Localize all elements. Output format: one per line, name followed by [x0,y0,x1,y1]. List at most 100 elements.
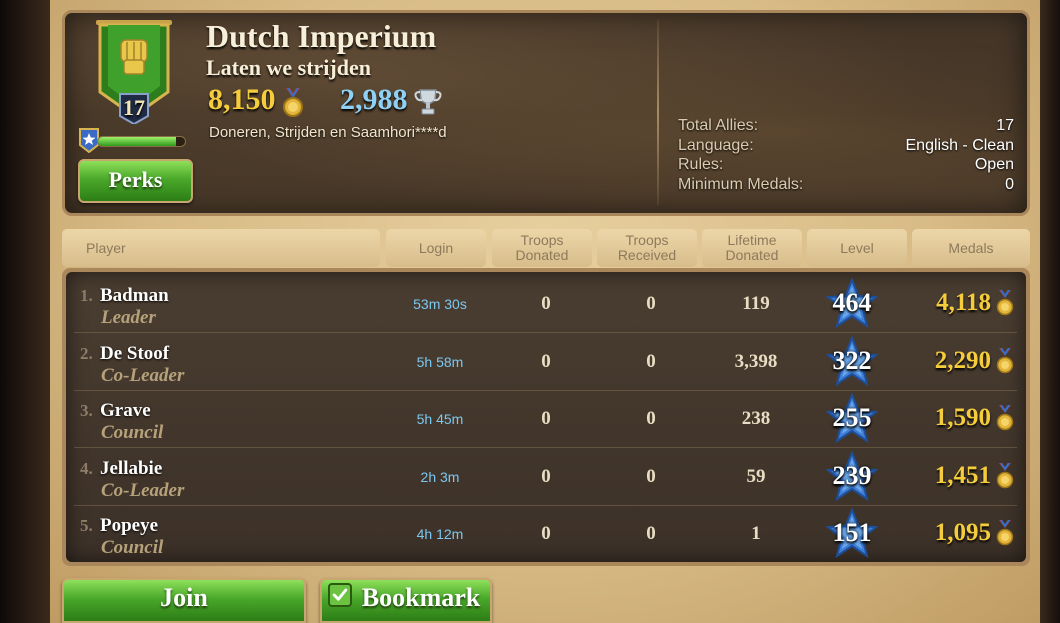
member-row[interactable]: 2. De Stoof Co-Leader 5h 58m 0 0 3,398 3… [74,334,1017,391]
column-header-level[interactable]: Level [807,229,907,267]
column-header-label: Troops [625,232,669,248]
member-rank: 1. [80,286,93,305]
info-label: Minimum Medals: [678,175,804,193]
member-troops-donated: 0 [541,293,551,314]
info-label: Total Allies: [678,117,759,134]
medal-icon [996,520,1014,546]
column-header-medals[interactable]: Medals [912,229,1030,267]
member-last-login: 2h 3m [420,468,460,485]
bookmark-label: Bookmark [361,583,481,612]
member-medals: 1,451 [934,461,991,489]
xp-progress-fill [98,137,177,146]
medal-icon [996,462,1014,488]
member-rank: 2. [80,343,93,363]
clan-motto: Laten we strijden [206,55,371,80]
header-divider [657,20,659,205]
column-header-label: Received [617,247,677,263]
member-table: 1. Badman Leader 53m 30s 0 0 119 464 4,1… [62,268,1030,566]
member-row[interactable]: 3. Grave Council 5h 45m 0 0 238 255 1,59… [74,391,1017,448]
member-troops-donated: 0 [541,465,551,487]
member-role: Council [101,537,164,558]
member-name[interactable]: Popeye [100,515,158,537]
member-role: Co-Leader [101,364,185,386]
column-header-player[interactable]: Player [62,229,380,267]
member-troops-donated: 0 [541,523,551,544]
member-last-login: 5h 45m [416,411,464,427]
member-level: 239 [832,460,872,490]
member-row[interactable]: 1. Badman Leader 53m 30s 0 0 119 464 4,1… [74,276,1017,333]
member-medals: 1,590 [934,404,991,431]
xp-progress-bar [97,136,186,147]
member-troops-donated: 0 [541,408,551,429]
info-label: Language: [678,136,754,154]
clan-info-values: 17 English - Clean Open 0 [906,116,1015,194]
member-level: 322 [832,345,872,375]
info-label: Rules: [678,156,724,173]
member-last-login: 53m 30s [413,296,467,312]
rules-value: Open [974,156,1014,173]
column-header-label: Level [840,239,874,256]
member-role: Council [101,422,164,443]
member-lifetime-donated: 119 [742,293,770,314]
column-header-troops-donated[interactable]: Troops Donated [492,229,592,267]
medal-icon [996,347,1014,373]
column-header-label: Player [86,239,126,256]
column-header-label: Donated [515,247,569,263]
member-level: 255 [832,403,872,432]
clan-trophy-total: 2,988 [340,83,408,116]
right-border [1040,0,1060,623]
clan-info-labels: Total Allies: Language: Rules: Minimum M… [678,116,803,194]
member-troops-received: 0 [646,465,656,487]
minimum-medals-value: 0 [1005,175,1014,193]
member-lifetime-donated: 59 [746,465,766,487]
member-troops-received: 0 [646,408,656,429]
column-header-label: Troops [520,232,564,248]
clan-level: 17 [123,95,145,120]
member-rank: 5. [80,516,93,535]
medal-icon [283,88,303,117]
member-medals: 2,290 [934,346,991,374]
column-header-troops-received[interactable]: Troops Received [597,229,697,267]
member-level: 151 [832,518,872,547]
column-header-label: Donated [725,247,779,263]
member-medals: 4,118 [936,289,991,316]
member-row[interactable]: 5. Popeye Council 4h 12m 0 0 1 151 1,095 [74,506,1017,563]
medal-icon [996,290,1014,316]
member-name[interactable]: De Stoof [100,343,169,365]
member-name[interactable]: Grave [100,400,151,422]
member-level: 464 [832,288,872,317]
member-rank: 4. [80,458,93,478]
member-last-login: 5h 58m [416,353,464,370]
column-header-label: Login [418,239,454,256]
member-lifetime-donated: 3,398 [734,350,778,372]
clan-medal-total: 8,150 [208,83,276,116]
member-role: Co-Leader [101,479,185,501]
member-name[interactable]: Jellabie [100,458,162,480]
medal-icon [996,405,1014,431]
trophy-icon [414,89,442,115]
column-header-label: Lifetime [727,232,777,248]
member-troops-donated: 0 [541,350,551,372]
member-lifetime-donated: 1 [751,523,761,544]
member-rank: 3. [80,401,93,420]
member-troops-received: 0 [646,350,656,372]
clan-name: Dutch Imperium [206,18,437,54]
column-header-lifetime-donated[interactable]: Lifetime Donated [702,229,802,267]
check-icon [328,583,352,607]
member-table-body: 1. Badman Leader 53m 30s 0 0 119 464 4,1… [66,272,1026,562]
member-troops-received: 0 [646,523,656,544]
left-border [0,0,50,623]
member-role: Leader [101,307,156,328]
perks-button[interactable]: Perks [78,159,193,203]
member-troops-received: 0 [646,293,656,314]
total-allies-value: 17 [996,117,1014,134]
column-header-label: Medals [948,239,994,256]
member-name[interactable]: Badman [100,285,169,307]
clan-description: Doneren, Strijden en Saamhori****d [209,124,447,141]
member-row[interactable]: 4. Jellabie Co-Leader 2h 3m 0 0 59 239 1… [74,449,1017,506]
language-value: English - Clean [905,136,1015,154]
member-last-login: 4h 12m [416,526,464,542]
join-button[interactable]: Join [62,578,306,623]
column-header-login[interactable]: Login [386,229,486,267]
member-medals: 1,095 [934,519,991,546]
